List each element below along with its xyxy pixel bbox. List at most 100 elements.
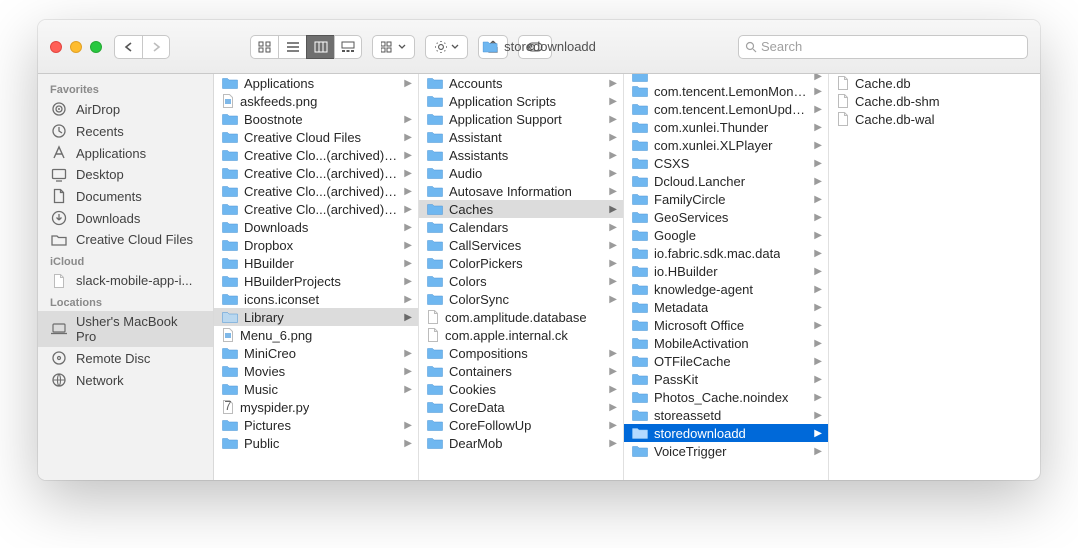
list-item[interactable]: FamilyCircle▶ [624,190,828,208]
view-columns-button[interactable] [306,35,334,59]
minimize-button[interactable] [70,41,82,53]
list-item[interactable]: Compositions▶ [419,344,623,362]
list-item[interactable]: knowledge-agent▶ [624,280,828,298]
list-item[interactable]: Metadata▶ [624,298,828,316]
list-item[interactable]: io.HBuilder▶ [624,262,828,280]
list-item[interactable]: com.tencent.LemonUpdate▶ [624,100,828,118]
list-item[interactable]: Creative Clo...(archived) (4)▶ [214,200,418,218]
list-item[interactable]: ColorPickers▶ [419,254,623,272]
folder-icon [632,265,648,277]
folder-icon [632,139,648,151]
list-item[interactable]: Menu_6.png [214,326,418,344]
list-item[interactable]: Downloads▶ [214,218,418,236]
list-item[interactable]: Creative Clo...(archived) (2)▶ [214,164,418,182]
forward-button[interactable] [142,35,170,59]
list-item-label: Creative Clo...(archived) (1) [244,148,398,163]
list-item[interactable]: DearMob▶ [419,434,623,452]
list-item[interactable]: Dcloud.Lancher▶ [624,172,828,190]
list-item[interactable]: Pictures▶ [214,416,418,434]
list-item[interactable]: Cookies▶ [419,380,623,398]
back-button[interactable] [114,35,142,59]
sidebar-item[interactable]: Creative Cloud Files [38,229,213,250]
list-item-label: ColorSync [449,292,509,307]
view-list-button[interactable] [278,35,306,59]
list-item[interactable]: com.amplitude.database [419,308,623,326]
sidebar-item[interactable]: Documents [38,185,213,207]
chevron-right-icon: ▶ [609,96,617,107]
list-item[interactable]: ▶ [624,74,828,82]
sidebar-item[interactable]: Network [38,369,213,391]
list-item[interactable]: Colors▶ [419,272,623,290]
folder-icon [222,113,238,125]
sidebar-item[interactable]: AirDrop [38,98,213,120]
folder-icon [632,319,648,331]
list-item[interactable]: Photos_Cache.noindex▶ [624,388,828,406]
list-item[interactable]: Movies▶ [214,362,418,380]
list-item[interactable]: storedownloadd▶ [624,424,828,442]
list-item[interactable]: ColorSync▶ [419,290,623,308]
action-button[interactable] [425,35,468,59]
list-item[interactable]: Microsoft Office▶ [624,316,828,334]
sidebar-item[interactable]: Applications [38,142,213,164]
list-item[interactable]: com.apple.internal.ck [419,326,623,344]
list-item[interactable]: Cache.db [829,74,1040,92]
list-item[interactable]: Music▶ [214,380,418,398]
list-item[interactable]: CoreData▶ [419,398,623,416]
sidebar-item[interactable]: Recents [38,120,213,142]
list-item[interactable]: askfeeds.png [214,92,418,110]
list-item[interactable]: VoiceTrigger▶ [624,442,828,460]
list-item[interactable]: com.xunlei.XLPlayer▶ [624,136,828,154]
search-field[interactable]: Search [738,35,1028,59]
list-item[interactable]: Application Scripts▶ [419,92,623,110]
list-item[interactable]: Google▶ [624,226,828,244]
list-item[interactable]: Creative Clo...(archived) (1)▶ [214,146,418,164]
sidebar-item[interactable]: slack-mobile-app-i... [38,270,213,291]
list-item[interactable]: PassKit▶ [624,370,828,388]
list-item[interactable]: Creative Clo...(archived) (3)▶ [214,182,418,200]
list-item[interactable]: Assistants▶ [419,146,623,164]
list-item[interactable]: Calendars▶ [419,218,623,236]
sidebar-item[interactable]: Usher's MacBook Pro [38,311,213,347]
list-item[interactable]: Library▶ [214,308,418,326]
list-item[interactable]: 7myspider.py [214,398,418,416]
list-item[interactable]: MobileActivation▶ [624,334,828,352]
list-item[interactable]: Dropbox▶ [214,236,418,254]
list-item[interactable]: Containers▶ [419,362,623,380]
list-item[interactable]: Boostnote▶ [214,110,418,128]
list-item[interactable]: MiniCreo▶ [214,344,418,362]
list-item[interactable]: GeoServices▶ [624,208,828,226]
sidebar-item[interactable]: Downloads [38,207,213,229]
list-item[interactable]: HBuilderProjects▶ [214,272,418,290]
sidebar-item[interactable]: Remote Disc [38,347,213,369]
view-icons-button[interactable] [250,35,278,59]
close-button[interactable] [50,41,62,53]
list-item[interactable]: Cache.db-wal [829,110,1040,128]
list-item[interactable]: CoreFollowUp▶ [419,416,623,434]
list-item[interactable]: Accounts▶ [419,74,623,92]
list-item[interactable]: Public▶ [214,434,418,452]
list-item[interactable]: com.tencent.LemonMonitor▶ [624,82,828,100]
list-item[interactable]: storeassetd▶ [624,406,828,424]
list-item[interactable]: io.fabric.sdk.mac.data▶ [624,244,828,262]
list-item-label: Containers [449,364,512,379]
list-item[interactable]: icons.iconset▶ [214,290,418,308]
view-gallery-button[interactable] [334,35,362,59]
list-item[interactable]: Caches▶ [419,200,623,218]
arrange-button[interactable] [372,35,415,59]
list-item[interactable]: com.xunlei.Thunder▶ [624,118,828,136]
list-item[interactable]: Cache.db-shm [829,92,1040,110]
chevron-right-icon: ▶ [814,74,822,82]
list-item[interactable]: CSXS▶ [624,154,828,172]
list-item[interactable]: Application Support▶ [419,110,623,128]
sidebar-item[interactable]: Desktop [38,164,213,185]
list-item[interactable]: Applications▶ [214,74,418,92]
list-item[interactable]: Creative Cloud Files▶ [214,128,418,146]
list-item[interactable]: Autosave Information▶ [419,182,623,200]
list-item[interactable]: Assistant▶ [419,128,623,146]
chevron-right-icon: ▶ [609,258,617,269]
list-item[interactable]: Audio▶ [419,164,623,182]
list-item[interactable]: OTFileCache▶ [624,352,828,370]
zoom-button[interactable] [90,41,102,53]
list-item[interactable]: HBuilder▶ [214,254,418,272]
list-item[interactable]: CallServices▶ [419,236,623,254]
